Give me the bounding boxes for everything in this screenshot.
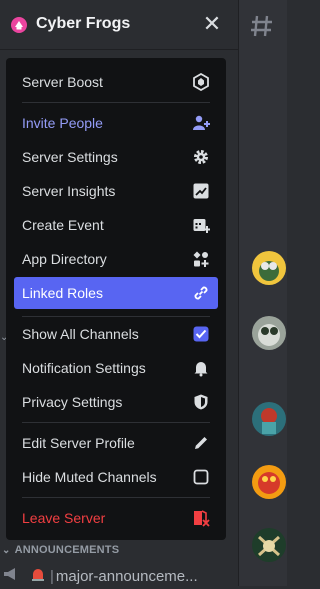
menu-item-label: Server Boost [22, 74, 103, 90]
menu-item-privacy-settings[interactable]: Privacy Settings [14, 386, 218, 418]
member-avatar[interactable] [252, 465, 286, 499]
link-icon [192, 284, 210, 302]
server-name: Cyber Frogs [36, 15, 131, 32]
menu-item-create-event[interactable]: Create Event [14, 209, 218, 241]
insights-chart-icon [192, 182, 210, 200]
boost-gem-icon [192, 73, 210, 91]
menu-divider [22, 422, 210, 423]
add-person-icon [192, 114, 210, 132]
bell-icon [192, 359, 210, 377]
menu-item-label: Create Event [22, 217, 104, 233]
category-announcements[interactable]: ⌄ ANNOUNCEMENTS [0, 540, 238, 560]
menu-item-label: Privacy Settings [22, 394, 123, 410]
menu-item-label: Edit Server Profile [22, 435, 135, 451]
category-label: ANNOUNCEMENTS [14, 544, 120, 556]
menu-divider [22, 102, 210, 103]
menu-item-label: Server Settings [22, 149, 118, 165]
channel-item[interactable]: | major-announceme... [0, 563, 238, 589]
chevron-down-icon: ⌄ [2, 544, 11, 556]
checkbox-unchecked-icon[interactable] [192, 468, 210, 486]
app-directory-icon [192, 250, 210, 268]
channel-hash-icon [251, 15, 272, 37]
announcement-megaphone-icon [2, 566, 24, 586]
menu-item-label: Hide Muted Channels [22, 469, 157, 485]
menu-item-leave-server[interactable]: Leave Server [14, 502, 218, 534]
menu-item-server-insights[interactable]: Server Insights [14, 175, 218, 207]
server-icon [11, 17, 27, 33]
shield-icon [192, 393, 210, 411]
server-header[interactable]: Cyber Frogs ✕ [0, 0, 238, 50]
chat-area-edge [238, 0, 287, 586]
channel-name: major-announceme... [55, 567, 198, 585]
menu-item-server-boost[interactable]: Server Boost [14, 66, 218, 98]
menu-item-label: Linked Roles [22, 285, 103, 301]
menu-item-notification-settings[interactable]: Notification Settings [14, 352, 218, 384]
gear-icon [192, 148, 210, 166]
menu-item-linked-roles[interactable]: Linked Roles [14, 277, 218, 309]
menu-item-label: Invite People [22, 115, 103, 131]
menu-item-label: Notification Settings [22, 360, 146, 376]
siren-emoji-icon [30, 566, 46, 586]
member-avatar[interactable] [252, 402, 286, 436]
menu-item-label: Server Insights [22, 183, 116, 199]
menu-item-invite-people[interactable]: Invite People [14, 107, 218, 139]
server-dropdown-menu: Server Boost Invite People Server Settin… [6, 58, 226, 540]
menu-item-label: Leave Server [22, 510, 106, 526]
menu-item-hide-muted-channels[interactable]: Hide Muted Channels [14, 461, 218, 493]
menu-item-label: Show All Channels [22, 326, 139, 342]
menu-divider [22, 316, 210, 317]
checkbox-checked-icon[interactable] [192, 325, 210, 343]
calendar-add-icon [192, 216, 210, 234]
member-avatar[interactable] [252, 528, 286, 562]
menu-item-server-settings[interactable]: Server Settings [14, 141, 218, 173]
menu-item-show-all-channels[interactable]: Show All Channels [14, 318, 218, 350]
menu-divider [22, 497, 210, 498]
pencil-icon [192, 434, 210, 452]
menu-item-app-directory[interactable]: App Directory [14, 243, 218, 275]
member-avatar[interactable] [252, 316, 286, 350]
leave-door-icon [192, 509, 210, 527]
menu-item-label: App Directory [22, 251, 107, 267]
menu-item-edit-server-profile[interactable]: Edit Server Profile [14, 427, 218, 459]
member-avatar[interactable] [252, 251, 286, 285]
close-icon[interactable]: ✕ [201, 12, 223, 36]
